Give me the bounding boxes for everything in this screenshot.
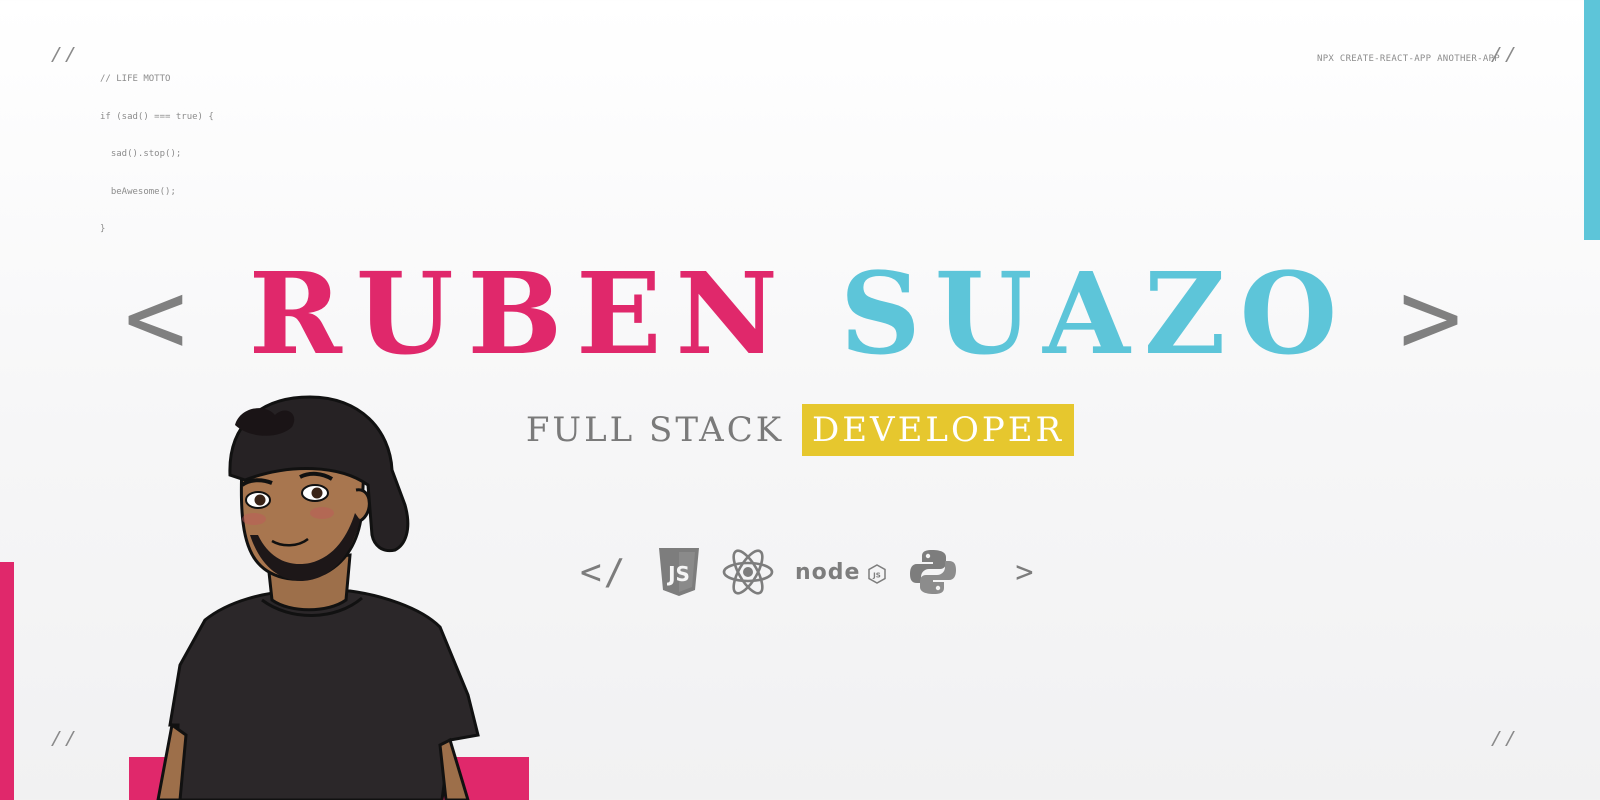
corner-marker-bottom-left: //	[50, 730, 79, 753]
nodejs-icon: node JS	[795, 557, 889, 587]
hero-open-bracket: <	[124, 256, 201, 378]
motto-line: sad().stop();	[100, 149, 182, 159]
avatar-illustration	[150, 395, 480, 800]
tech-stack-row: </ JS node JS >	[580, 548, 1033, 596]
npx-command-text: NPX CREATE-REACT-APP ANOTHER-APP	[1317, 54, 1500, 64]
motto-line: if (sad() === true) {	[100, 111, 214, 122]
hero-last-name: SUAZO	[839, 249, 1352, 380]
stack-close-tag: >	[1015, 554, 1034, 590]
python-icon	[909, 548, 957, 596]
motto-line: // LIFE MOTTO	[100, 74, 171, 84]
pink-accent-bar-left	[0, 562, 14, 800]
hero-first-name: RUBEN	[248, 249, 792, 380]
cyan-accent-bar	[1584, 0, 1600, 240]
motto-line: }	[100, 224, 106, 234]
nodejs-label: node	[795, 560, 860, 585]
stack-open-tag: </	[580, 551, 628, 593]
motto-line: beAwesome();	[100, 186, 176, 197]
javascript-icon: JS	[657, 548, 701, 596]
subtitle-plain: FULL STACK	[525, 410, 785, 450]
subtitle-highlight: DEVELOPER	[801, 404, 1075, 456]
hero-close-bracket: >	[1399, 256, 1476, 378]
svg-text:JS: JS	[666, 562, 690, 586]
life-motto-code: // LIFE MOTTO if (sad() === true) { sad(…	[100, 48, 214, 248]
hero-name: < RUBEN SUAZO >	[0, 245, 1600, 387]
corner-marker-bottom-right: //	[1489, 730, 1518, 753]
react-icon	[721, 548, 775, 596]
corner-marker-top-left: //	[50, 46, 79, 69]
nodejs-badge: JS	[873, 572, 882, 580]
